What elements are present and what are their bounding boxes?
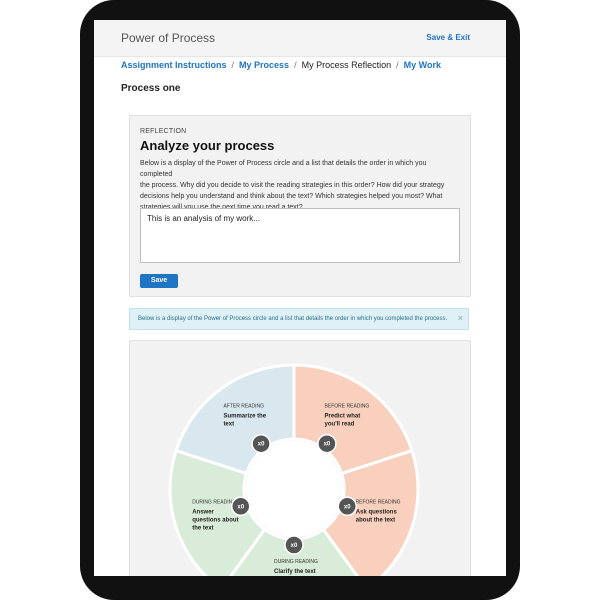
app-screen: Power of Process Save & Exit Assignment … [94, 20, 506, 576]
breadcrumb-separator: / [294, 60, 297, 70]
info-banner: Below is a display of the Power of Proce… [129, 308, 469, 330]
breadcrumb-my-work[interactable]: My Work [404, 60, 441, 70]
wheel-strategy-label: the text [192, 526, 213, 532]
wheel-stage-label: BEFORE READING [356, 500, 401, 506]
visit-count-badge: x0 [317, 433, 337, 454]
wheel-strategy-label: about the text [356, 518, 395, 524]
wheel-stage-label: DURING READING [274, 559, 318, 565]
breadcrumb: Assignment Instructions / My Process / My Pr… [121, 60, 441, 70]
wheel-strategy-label: questions about [192, 518, 238, 524]
app-title: Power of Process [121, 31, 216, 45]
svg-text:x0: x0 [344, 504, 351, 510]
reflection-prompt-line: the process. Why did you decide to visit… [140, 182, 445, 189]
svg-text:x0: x0 [324, 442, 331, 448]
reflection-prompt: Below is a display of the Power of Proce… [140, 158, 458, 213]
reflection-textarea[interactable]: This is an analysis of my work... [140, 208, 460, 263]
close-icon[interactable]: × [458, 313, 463, 323]
svg-text:x0: x0 [258, 442, 265, 448]
wheel-strategy-label: you'll read [325, 421, 355, 427]
reflection-prompt-line: decisions help you understand and think … [140, 193, 443, 200]
svg-text:x0: x0 [291, 543, 298, 549]
reflection-panel: REFLECTION Analyze your process Below is… [129, 115, 471, 297]
process-wheel-panel: AFTER READING Summarize the text x0 BEFORE R… [129, 340, 471, 576]
save-button[interactable]: Save [140, 274, 178, 288]
wheel-strategy-label: Answer [192, 510, 214, 516]
reflection-heading: Analyze your process [140, 138, 275, 153]
page-title: Process one [121, 83, 181, 94]
wheel-stage-label: DURING READING [192, 500, 236, 506]
wheel-strategy-label: text [223, 421, 234, 427]
process-wheel: AFTER READING Summarize the text x0 BEFORE R… [168, 363, 420, 576]
wheel-stage-label: BEFORE READING [325, 403, 370, 409]
visit-count-badge: x0 [284, 535, 304, 555]
reflection-prompt-line: Below is a display of the Power of Proce… [140, 160, 427, 178]
breadcrumb-my-process[interactable]: My Process [239, 60, 289, 70]
wheel-center [246, 441, 342, 537]
visit-count-badge: x0 [251, 433, 271, 454]
wheel-stage-label: AFTER READING [223, 403, 264, 409]
info-banner-text: Below is a display of the Power of Proce… [138, 316, 448, 322]
wheel-strategy-label: Ask questions [356, 510, 398, 516]
reflection-label: REFLECTION [140, 128, 187, 135]
wheel-segment-label: BEFORE READING Ask questions about the tex… [356, 500, 401, 524]
breadcrumb-separator: / [396, 60, 399, 70]
svg-text:x0: x0 [237, 504, 244, 510]
visit-count-badge: x0 [337, 496, 358, 517]
wheel-strategy-label: Predict what [325, 413, 361, 419]
breadcrumb-separator: / [231, 60, 235, 70]
save-exit-button[interactable]: Save & Exit [426, 33, 470, 42]
wheel-strategy-label: Clarify the text [274, 569, 316, 575]
breadcrumb-my-process-reflection: My Process Reflection [301, 60, 392, 70]
wheel-strategy-label: Summarize the [223, 413, 266, 419]
breadcrumb-assignment-instructions[interactable]: Assignment Instructions [121, 60, 227, 70]
visit-count-badge: x0 [230, 496, 251, 517]
top-bar: Power of Process Save & Exit [94, 20, 506, 57]
